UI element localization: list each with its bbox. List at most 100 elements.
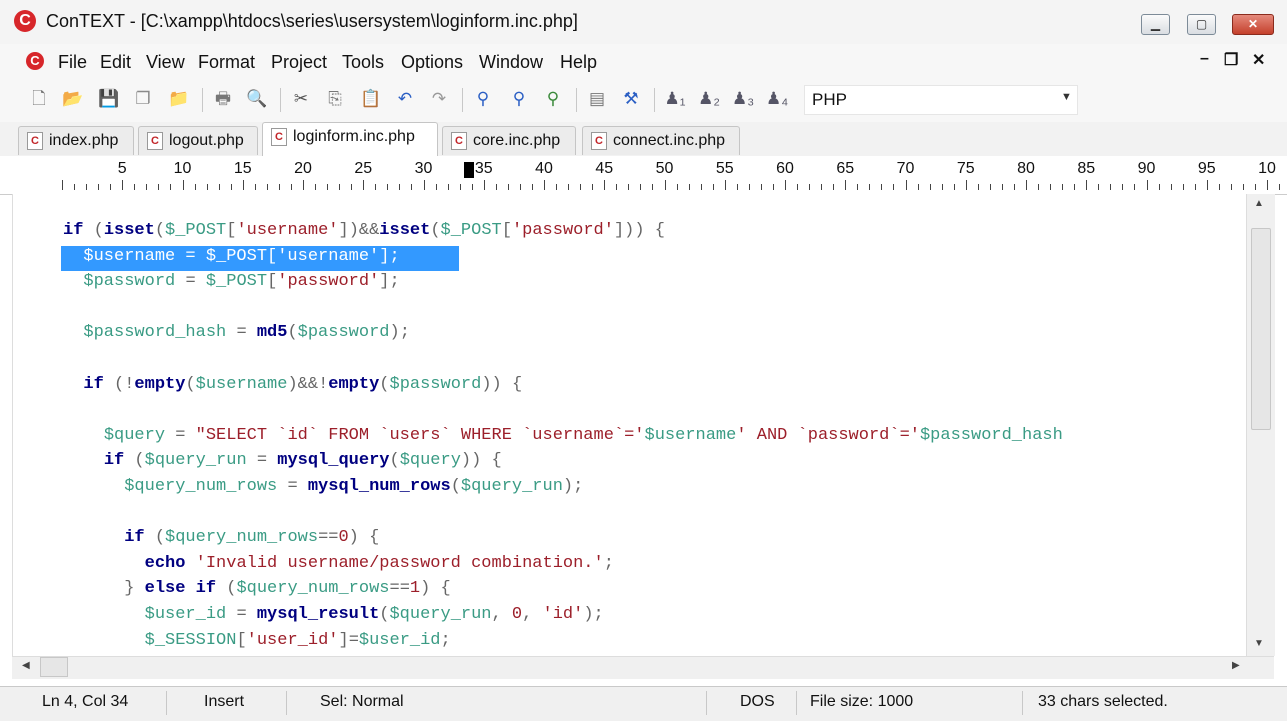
find-next-icon[interactable]: ⚲	[508, 88, 530, 110]
ruler-number: 65	[836, 160, 855, 177]
mdi-close-button[interactable]: ✕	[1252, 50, 1265, 70]
ruler-tick	[411, 184, 413, 190]
menu-view[interactable]: View	[146, 52, 185, 73]
ruler-tick	[1026, 180, 1027, 190]
paste-icon[interactable]: 📋	[360, 88, 382, 110]
ruler-tick	[893, 184, 895, 190]
maximize-button[interactable]: ▢	[1187, 14, 1216, 35]
menu-project[interactable]: Project	[271, 52, 327, 73]
user-command-2-icon[interactable]: ♟₂	[698, 88, 720, 110]
scroll-right-icon[interactable]: ▶	[1232, 660, 1240, 671]
open-recent-icon[interactable]: 📁	[168, 88, 190, 110]
ruler-tick	[1218, 184, 1220, 190]
menu-window[interactable]: Window	[479, 52, 543, 73]
file-size: File size: 1000	[810, 693, 914, 710]
menu-options[interactable]: Options	[401, 52, 463, 73]
ruler-tick	[459, 184, 461, 190]
ruler-number: 45	[595, 160, 614, 177]
mdi-restore-button[interactable]: ❐	[1224, 50, 1238, 70]
chevron-down-icon[interactable]: ▼	[1061, 91, 1072, 103]
code-line: $query = "SELECT `id` FROM `users` WHERE…	[103, 425, 1063, 445]
scroll-up-icon[interactable]: ▲	[1254, 198, 1264, 209]
ruler-tick	[640, 184, 642, 190]
ruler-tick	[809, 184, 811, 190]
ruler-number: 10	[173, 160, 192, 177]
user-command-4-icon[interactable]: ♟₄	[766, 88, 788, 110]
file-compare-icon[interactable]: ▤	[586, 88, 608, 110]
ruler-tick	[700, 184, 702, 190]
code-editor[interactable]: if (isset($_POST['username'])&&isset($_P…	[12, 194, 1247, 656]
ruler-tick	[206, 184, 208, 190]
copy-icon[interactable]: ⎘	[324, 88, 346, 110]
ruler-tick	[303, 180, 304, 190]
tab-logout-php[interactable]: C logout.php	[138, 126, 258, 155]
insert-mode: Insert	[204, 693, 245, 710]
menu-help[interactable]: Help	[560, 52, 597, 73]
minimize-button[interactable]: ▁	[1141, 14, 1170, 35]
ruler-tick	[881, 184, 883, 190]
toolbar-separator	[280, 88, 281, 112]
mdi-minimize-button[interactable]: –	[1200, 50, 1209, 68]
print-preview-icon[interactable]: 🔍	[246, 88, 268, 110]
ruler-tick	[1050, 184, 1052, 190]
ruler-tick	[905, 180, 907, 190]
scroll-left-icon[interactable]: ◀	[22, 660, 30, 671]
menu-edit[interactable]: Edit	[100, 52, 131, 73]
ruler-tick	[74, 184, 76, 190]
open-folder-icon[interactable]: 📂	[62, 88, 84, 110]
ruler-tick	[1170, 184, 1172, 190]
ruler-tick	[387, 184, 389, 190]
ruler-tick	[1038, 184, 1040, 190]
ruler-tick	[1182, 184, 1184, 190]
print-icon[interactable]: 🖶	[212, 88, 234, 110]
undo-icon[interactable]: ↶	[394, 88, 416, 110]
ruler-tick	[1086, 180, 1088, 190]
menu-file[interactable]: File	[58, 52, 87, 73]
ruler-tick	[507, 184, 509, 190]
vertical-scroll-thumb[interactable]	[1251, 228, 1271, 430]
menu-bar	[0, 44, 1287, 78]
document-icon[interactable]: C	[26, 52, 44, 70]
ruler-tick	[917, 184, 919, 190]
code-line: $user_id = mysql_result($query_run, 0, '…	[144, 605, 604, 624]
tab-loginform-inc-php[interactable]: C loginform.inc.php	[262, 122, 438, 157]
ruler-tick	[230, 184, 232, 190]
ruler-tick	[146, 184, 148, 190]
ruler-tick	[785, 180, 786, 190]
ruler-tick	[315, 184, 317, 190]
tab-connect-inc-php[interactable]: C connect.inc.php	[582, 126, 740, 155]
ruler-tick	[531, 184, 533, 190]
redo-icon[interactable]: ↷	[428, 88, 450, 110]
save-all-icon[interactable]: ❐	[132, 88, 154, 110]
close-button[interactable]: ✕	[1232, 14, 1274, 35]
user-command-3-icon[interactable]: ♟₃	[732, 88, 754, 110]
user-command-1-icon[interactable]: ♟₁	[664, 88, 686, 110]
horizontal-scrollbar[interactable]	[12, 656, 1274, 679]
new-file-icon[interactable]: 🗋	[28, 88, 50, 110]
save-icon[interactable]: 💾	[98, 88, 120, 110]
ruler-number: 20	[294, 160, 312, 177]
ruler-tick	[676, 184, 678, 190]
ruler-tick	[423, 180, 425, 190]
window-title: ConTEXT - [C:\xampp\htdocs\series\usersy…	[46, 11, 578, 31]
horizontal-scroll-thumb[interactable]	[40, 657, 68, 677]
ruler-number: 60	[776, 160, 794, 177]
cut-icon[interactable]: ✂	[290, 88, 312, 110]
ruler-tick	[1194, 184, 1196, 190]
menu-tools[interactable]: Tools	[342, 52, 384, 73]
find-icon[interactable]: ⚲	[472, 88, 494, 110]
ruler-tick	[290, 184, 292, 190]
replace-icon[interactable]: ⚲	[542, 88, 564, 110]
ruler-tick	[483, 180, 485, 190]
ruler-tick	[821, 184, 823, 190]
ruler-tick	[122, 180, 124, 190]
macro-icon[interactable]: ⚒	[620, 88, 642, 110]
ruler-number: 80	[1017, 160, 1035, 177]
scroll-down-icon[interactable]: ▼	[1254, 638, 1264, 649]
code-line: if ($query_run = mysql_query($query)) {	[103, 451, 502, 471]
menu-format[interactable]: Format	[198, 52, 255, 73]
tab-label: loginform.inc.php	[293, 128, 415, 145]
toolbar	[0, 78, 1287, 123]
tab-core-inc-php[interactable]: C core.inc.php	[442, 126, 576, 155]
tab-index-php[interactable]: C index.php	[18, 126, 134, 155]
